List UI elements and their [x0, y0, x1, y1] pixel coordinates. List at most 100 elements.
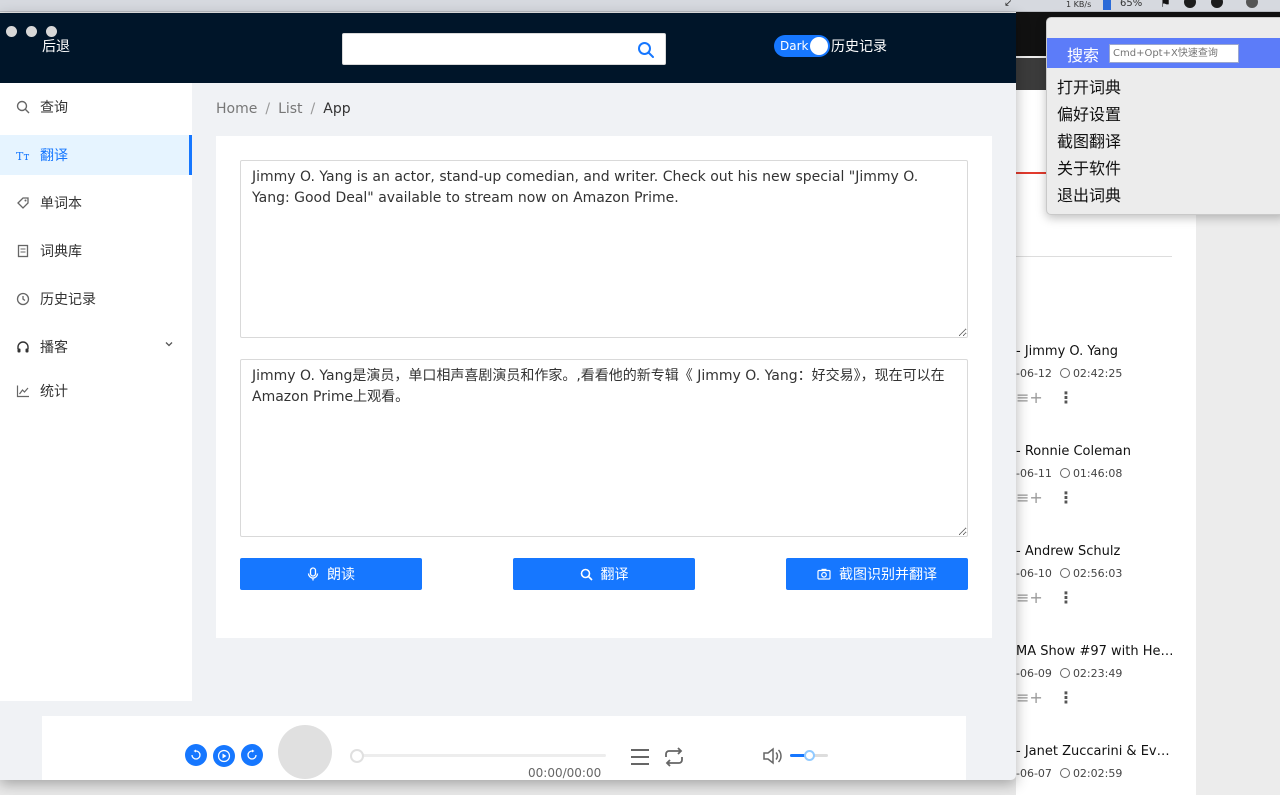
screenshot-translate-label: 截图识别并翻译 — [839, 567, 937, 583]
playback-time: 00:00/00:00 — [528, 766, 601, 780]
total-time: 00:00 — [566, 766, 602, 780]
tag-icon — [17, 197, 29, 209]
breadcrumb: Home / List / App — [216, 101, 351, 117]
sidebar-item-label: 历史记录 — [40, 292, 96, 308]
play-icon — [217, 749, 231, 763]
tray-item-about[interactable]: 关于软件 — [1057, 155, 1121, 182]
sidebar-item-wordbook[interactable]: 单词本 — [0, 183, 192, 223]
read-aloud-label: 朗读 — [327, 567, 355, 583]
app-status-icon[interactable] — [1211, 0, 1223, 8]
close-window-button[interactable] — [6, 26, 17, 37]
battery-percent: 65% — [1120, 0, 1143, 9]
tray-item-open-dictionary[interactable]: 打开词典 — [1057, 74, 1121, 101]
progress-track[interactable] — [356, 754, 606, 757]
add-to-playlist-icon[interactable]: ≡+ — [1016, 688, 1043, 707]
volume-handle[interactable] — [804, 750, 815, 761]
add-to-playlist-icon[interactable]: ≡+ — [1016, 488, 1043, 507]
clock-icon — [1059, 468, 1070, 478]
clock-icon — [1059, 668, 1070, 678]
camera-icon — [817, 568, 831, 580]
progress-handle[interactable] — [350, 749, 364, 763]
tray-search-input[interactable] — [1109, 44, 1239, 63]
battery-icon — [1103, 0, 1111, 10]
current-time: 00:00 — [528, 766, 563, 780]
tray-search-row[interactable]: 搜索 — [1047, 38, 1280, 68]
episode-item[interactable]: MA Show #97 with Henr... -06-09 02:23:49 … — [1016, 644, 1191, 708]
minimize-window-button[interactable] — [26, 26, 37, 37]
toggle-knob — [810, 37, 828, 55]
screenshot-translate-button[interactable]: 截图识别并翻译 — [786, 558, 968, 590]
chevron-down-icon[interactable] — [164, 339, 174, 349]
repeat-icon[interactable] — [663, 747, 685, 767]
tray-item-screenshot-translate[interactable]: 截图翻译 — [1057, 128, 1121, 155]
main-content: Home / List / App Jimmy O. Yang is an actor,… — [192, 83, 1016, 701]
net-speed: 1 KB/s — [1066, 0, 1092, 9]
translate-icon: Tт — [16, 150, 29, 162]
header-search-input[interactable] — [343, 34, 623, 64]
sidebar-item-label: 单词本 — [40, 196, 82, 212]
playlist-icon[interactable] — [630, 748, 650, 766]
breadcrumb-current: App — [323, 101, 351, 117]
svg-text:Tт: Tт — [16, 150, 29, 162]
sidebar-item-history[interactable]: 历史记录 — [0, 279, 192, 319]
dark-mode-label: Dark — [780, 39, 809, 53]
clock-icon — [1059, 768, 1070, 778]
read-aloud-button[interactable]: 朗读 — [240, 558, 422, 590]
app-header: 后退 Dark 历史记录 — [0, 13, 1016, 83]
tray-search-label: 搜索 — [1067, 46, 1100, 65]
microphone-icon — [307, 567, 319, 581]
episode-title: - Andrew Schulz — [1016, 544, 1121, 559]
sidebar-item-label: 词典库 — [40, 244, 82, 260]
flag-icon[interactable]: ⚑ — [1160, 0, 1172, 10]
breadcrumb-list[interactable]: List — [278, 101, 302, 117]
clock-icon — [1059, 368, 1070, 378]
sidebar-item-podcast[interactable]: 播客 — [0, 327, 192, 367]
divider — [1016, 256, 1172, 257]
translate-card: Jimmy O. Yang is an actor, stand-up come… — [216, 136, 992, 638]
episode-title: - Ronnie Coleman — [1016, 444, 1131, 459]
episode-item[interactable]: - Andrew Schulz -06-10 02:56:03 ≡+ ⋮ — [1016, 544, 1191, 608]
back-button[interactable]: 后退 — [42, 36, 70, 56]
tray-item-quit[interactable]: 退出词典 — [1057, 182, 1121, 209]
sidebar-item-label: 播客 — [40, 340, 68, 356]
translation-result-output[interactable]: Jimmy O. Yang是演员，单口相声喜剧演员和作家。,看看他的新专辑《 J… — [240, 359, 968, 537]
shield-icon[interactable] — [1184, 0, 1196, 8]
episode-item[interactable]: - Ronnie Coleman -06-11 01:46:08 ≡+ ⋮ — [1016, 444, 1191, 508]
more-icon[interactable]: ⋮ — [1058, 588, 1074, 607]
history-icon — [16, 292, 30, 306]
volume-icon[interactable] — [762, 747, 782, 765]
history-link[interactable]: 历史记录 — [831, 36, 887, 56]
episode-title: - Jimmy O. Yang — [1016, 344, 1119, 359]
clock-icon — [1059, 568, 1070, 578]
more-icon[interactable]: ⋮ — [1058, 388, 1074, 407]
play-button[interactable] — [213, 745, 235, 767]
breadcrumb-home[interactable]: Home — [216, 101, 257, 117]
search-icon[interactable] — [637, 41, 655, 59]
translate-button[interactable]: 翻译 — [513, 558, 695, 590]
episode-item[interactable]: - Janet Zuccarini & Eva... -06-07 02:02:5… — [1016, 744, 1191, 780]
sidebar: 查询 Tт 翻译 单词本 词典库 历史记录 播客 统计 — [0, 83, 192, 701]
more-icon[interactable]: ⋮ — [1058, 488, 1074, 507]
sidebar-item-translate[interactable]: Tт 翻译 — [0, 135, 192, 175]
add-to-playlist-icon[interactable]: ≡+ — [1016, 588, 1043, 607]
sidebar-item-label: 统计 — [40, 384, 68, 400]
source-text-input[interactable]: Jimmy O. Yang is an actor, stand-up come… — [240, 160, 968, 338]
episode-meta: -06-10 02:56:03 — [1016, 567, 1123, 580]
tray-item-preferences[interactable]: 偏好设置 — [1057, 101, 1121, 128]
add-to-playlist-icon[interactable]: ≡+ — [1016, 388, 1043, 407]
rewind-button[interactable] — [185, 744, 207, 766]
sidebar-item-dictionary[interactable]: 词典库 — [0, 231, 192, 271]
episode-title: - Janet Zuccarini & Eva... — [1016, 744, 1176, 759]
line-chart-icon — [16, 385, 29, 398]
tray-menu: 搜索 打开词典 偏好设置 截图翻译 关于软件 退出词典 — [1046, 17, 1280, 215]
forward-button[interactable] — [241, 744, 263, 766]
dark-mode-toggle[interactable]: Dark — [774, 35, 830, 57]
sidebar-item-stats[interactable]: 统计 — [0, 371, 192, 411]
more-icon[interactable]: ⋮ — [1058, 688, 1074, 707]
episode-item[interactable]: - Jimmy O. Yang -06-12 02:42:25 ≡+ ⋮ — [1016, 344, 1191, 408]
rewind-icon — [191, 749, 201, 760]
translate-label: 翻译 — [600, 567, 629, 583]
sidebar-item-query[interactable]: 查询 — [0, 87, 192, 127]
menu-extra-icon[interactable] — [1246, 0, 1258, 8]
book-icon — [17, 244, 29, 258]
